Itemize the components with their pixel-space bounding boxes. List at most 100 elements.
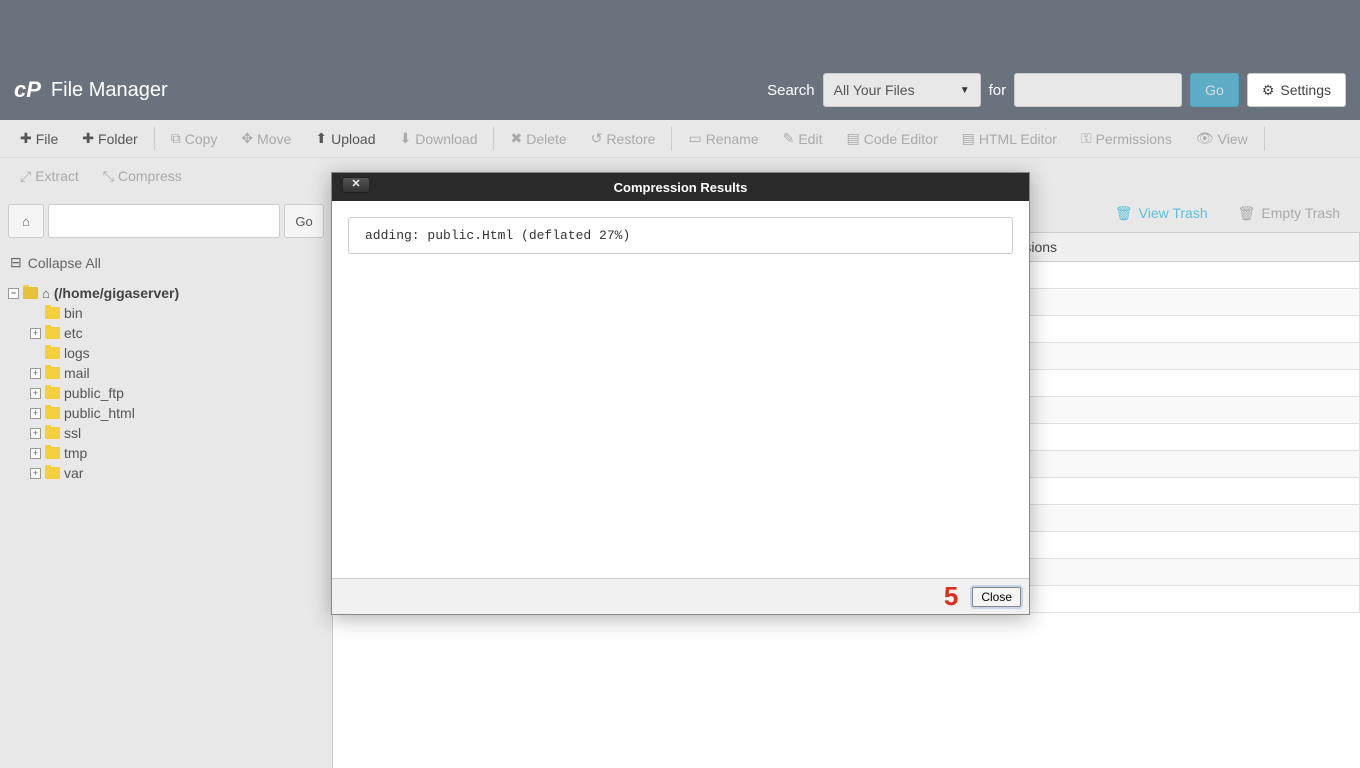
dialog-title: Compression Results bbox=[332, 180, 1029, 195]
app-title: File Manager bbox=[51, 79, 168, 102]
search-go-button[interactable]: Go bbox=[1190, 73, 1239, 107]
tree-item-label: ssl bbox=[64, 425, 81, 441]
tree-item[interactable]: +public_ftp bbox=[30, 383, 324, 403]
edit-button[interactable]: ✎Edit bbox=[771, 124, 835, 153]
collapse-icon: ⊟ bbox=[10, 254, 22, 271]
home-button[interactable]: ⌂ bbox=[8, 204, 44, 238]
empty-trash-button[interactable]: 🗑 Empty Trash bbox=[1238, 205, 1340, 222]
key-icon: ⚿ bbox=[1081, 130, 1092, 147]
tree-item[interactable]: +public_html bbox=[30, 403, 324, 423]
new-file-button[interactable]: ✚File bbox=[8, 124, 70, 153]
search-input[interactable] bbox=[1014, 73, 1182, 107]
folder-icon bbox=[45, 347, 60, 359]
plus-icon: ✚ bbox=[20, 130, 32, 147]
move-button[interactable]: ✥Move bbox=[229, 124, 303, 153]
plus-icon: ✚ bbox=[82, 130, 94, 147]
toolbar-separator bbox=[154, 127, 155, 151]
folder-icon bbox=[45, 447, 60, 459]
collapse-all-button[interactable]: ⊟ Collapse All bbox=[8, 250, 324, 275]
tree-item-label: tmp bbox=[64, 445, 87, 461]
step-badge: 5 bbox=[944, 581, 958, 612]
toolbar-separator bbox=[1264, 127, 1265, 151]
home-icon: ⌂ bbox=[22, 214, 30, 229]
dialog-close-button[interactable]: Close bbox=[972, 587, 1021, 607]
folder-icon bbox=[45, 387, 60, 399]
spacer bbox=[30, 348, 41, 359]
copy-button[interactable]: ⧉Copy bbox=[159, 124, 230, 153]
folder-icon bbox=[45, 467, 60, 479]
new-folder-button[interactable]: ✚Folder bbox=[70, 124, 149, 153]
copy-icon: ⧉ bbox=[171, 130, 181, 147]
folder-icon bbox=[45, 427, 60, 439]
folder-icon bbox=[45, 327, 60, 339]
settings-label: Settings bbox=[1280, 82, 1331, 98]
code-editor-button[interactable]: ▤Code Editor bbox=[834, 124, 949, 153]
dialog-body: adding: public.Html (deflated 27%) bbox=[332, 201, 1029, 578]
minus-icon[interactable]: − bbox=[8, 288, 19, 299]
sidebar: ⌂ Go ⊟ Collapse All − ⌂ (/home/gigaserve… bbox=[0, 194, 332, 768]
delete-icon: ✖ bbox=[510, 130, 522, 147]
plus-icon[interactable]: + bbox=[30, 368, 41, 379]
compression-results-dialog: ✕ Compression Results adding: public.Htm… bbox=[331, 172, 1030, 615]
dialog-header[interactable]: ✕ Compression Results bbox=[332, 173, 1029, 201]
delete-button[interactable]: ✖Delete bbox=[498, 124, 578, 153]
trash-icon: 🗑 bbox=[1115, 205, 1133, 222]
tree-item-label: var bbox=[64, 465, 83, 481]
compression-output: adding: public.Html (deflated 27%) bbox=[348, 217, 1013, 254]
restore-button[interactable]: ↺Restore bbox=[579, 124, 668, 153]
folder-tree: − ⌂ (/home/gigaserver) bin+etclogs+mail+… bbox=[8, 283, 324, 483]
tree-item[interactable]: bin bbox=[30, 303, 324, 323]
download-icon: ⬇ bbox=[399, 130, 411, 147]
tree-item[interactable]: logs bbox=[30, 343, 324, 363]
upload-icon: ⬆ bbox=[315, 130, 327, 147]
chevron-down-icon: ▼ bbox=[960, 85, 970, 96]
rename-icon: ▭ bbox=[688, 130, 701, 147]
tree-item[interactable]: + etc bbox=[30, 323, 324, 343]
dialog-footer: 5 Close bbox=[332, 578, 1029, 614]
tree-item[interactable]: + tmp bbox=[30, 443, 324, 463]
tree-item[interactable]: + mail bbox=[30, 363, 324, 383]
plus-icon[interactable]: + bbox=[30, 328, 41, 339]
folder-icon bbox=[45, 367, 60, 379]
tree-item-label: bin bbox=[64, 305, 83, 321]
plus-icon[interactable]: + bbox=[30, 408, 41, 419]
search-scope-select[interactable]: All Your Files ▼ bbox=[823, 73, 981, 107]
html-icon: ▤ bbox=[962, 130, 975, 147]
view-button[interactable]: 👁View bbox=[1184, 124, 1260, 153]
html-editor-button[interactable]: ▤HTML Editor bbox=[950, 124, 1069, 153]
rename-button[interactable]: ▭Rename bbox=[676, 124, 770, 153]
plus-icon[interactable]: + bbox=[30, 388, 41, 399]
folder-open-icon bbox=[23, 287, 38, 299]
tree-item[interactable]: + ssl bbox=[30, 423, 324, 443]
settings-button[interactable]: ⚙ Settings bbox=[1247, 73, 1346, 107]
plus-icon[interactable]: + bbox=[30, 428, 41, 439]
path-go-button[interactable]: Go bbox=[284, 204, 324, 238]
plus-icon[interactable]: + bbox=[30, 468, 41, 479]
path-bar: ⌂ Go bbox=[8, 204, 324, 238]
code-icon: ▤ bbox=[846, 130, 859, 147]
tree-item-label: etc bbox=[64, 325, 83, 341]
tree-item[interactable]: + var bbox=[30, 463, 324, 483]
plus-icon[interactable]: + bbox=[30, 448, 41, 459]
compress-icon: ⤡ bbox=[103, 168, 114, 185]
download-button[interactable]: ⬇Download bbox=[387, 124, 489, 153]
dialog-close-x-button[interactable]: ✕ bbox=[342, 177, 370, 193]
tree-item-label: mail bbox=[64, 365, 90, 381]
upload-button[interactable]: ⬆Upload bbox=[303, 124, 387, 153]
extract-icon: ⤢ bbox=[20, 168, 31, 185]
home-icon: ⌂ bbox=[42, 286, 50, 301]
window-top-bar bbox=[0, 0, 1360, 60]
trash-icon: 🗑 bbox=[1238, 205, 1256, 222]
toolbar-separator bbox=[493, 127, 494, 151]
search-scope-value: All Your Files bbox=[834, 82, 915, 98]
main-toolbar: ✚File ✚Folder ⧉Copy ✥Move ⬆Upload ⬇Downl… bbox=[0, 120, 1360, 158]
folder-icon bbox=[45, 407, 60, 419]
tree-item-label: logs bbox=[64, 345, 90, 361]
tree-root[interactable]: − ⌂ (/home/gigaserver) bbox=[8, 283, 324, 303]
path-input[interactable] bbox=[48, 204, 280, 238]
view-trash-button[interactable]: 🗑 View Trash bbox=[1115, 205, 1208, 222]
compress-button[interactable]: ⤡Compress bbox=[91, 162, 194, 191]
pencil-icon: ✎ bbox=[783, 130, 795, 147]
permissions-button[interactable]: ⚿Permissions bbox=[1069, 124, 1184, 153]
extract-button[interactable]: ⤢Extract bbox=[8, 162, 91, 191]
